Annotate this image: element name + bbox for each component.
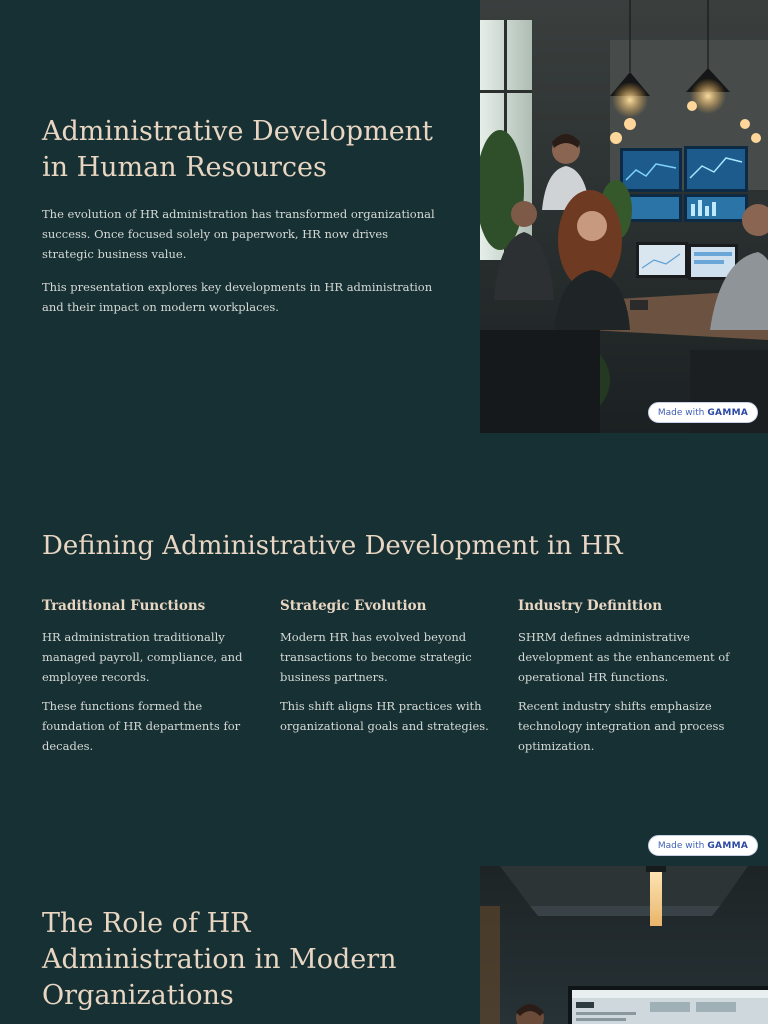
column-heading: Strategic Evolution <box>280 598 427 614</box>
badge-prefix: Made with <box>657 840 705 851</box>
slide-definition: Defining Administrative Development in H… <box>0 433 768 866</box>
gamma-logo: GAMMA <box>707 407 749 418</box>
column-paragraph: These functions formed the foundation of… <box>42 699 241 753</box>
column-traditional-functions: Traditional Functions HR administration … <box>42 596 254 765</box>
slide-title: The Role of HR Administration in Modern Or… <box>42 908 397 1011</box>
office-team-dashboard-photo <box>480 0 768 433</box>
column-strategic-evolution: Strategic Evolution Modern HR has evolve… <box>280 596 492 745</box>
gamma-logo: GAMMA <box>707 840 749 851</box>
column-paragraph: Recent industry shifts emphasize technol… <box>518 699 725 753</box>
column-industry-definition: Industry Definition SHRM defines adminis… <box>518 596 730 765</box>
made-with-gamma-badge[interactable]: Made with GAMMA <box>648 835 758 856</box>
column-heading: Industry Definition <box>518 598 663 614</box>
slide-title: Defining Administrative Development in H… <box>42 531 623 561</box>
intro-paragraph: This presentation explores key developme… <box>42 280 433 314</box>
intro-paragraph: The evolution of HR administration has t… <box>42 207 435 261</box>
slide-title: Administrative Development in Human Resou… <box>42 116 433 183</box>
column-paragraph: This shift aligns HR practices with orga… <box>280 699 489 733</box>
column-heading: Traditional Functions <box>42 598 206 614</box>
made-with-gamma-badge[interactable]: Made with GAMMA <box>648 402 758 423</box>
column-paragraph: Modern HR has evolved beyond transaction… <box>280 630 472 684</box>
office-monitor-photo <box>480 866 768 1024</box>
column-paragraph: SHRM defines administrative development … <box>518 630 730 684</box>
badge-prefix: Made with <box>657 407 705 418</box>
column-paragraph: HR administration traditionally managed … <box>42 630 243 684</box>
